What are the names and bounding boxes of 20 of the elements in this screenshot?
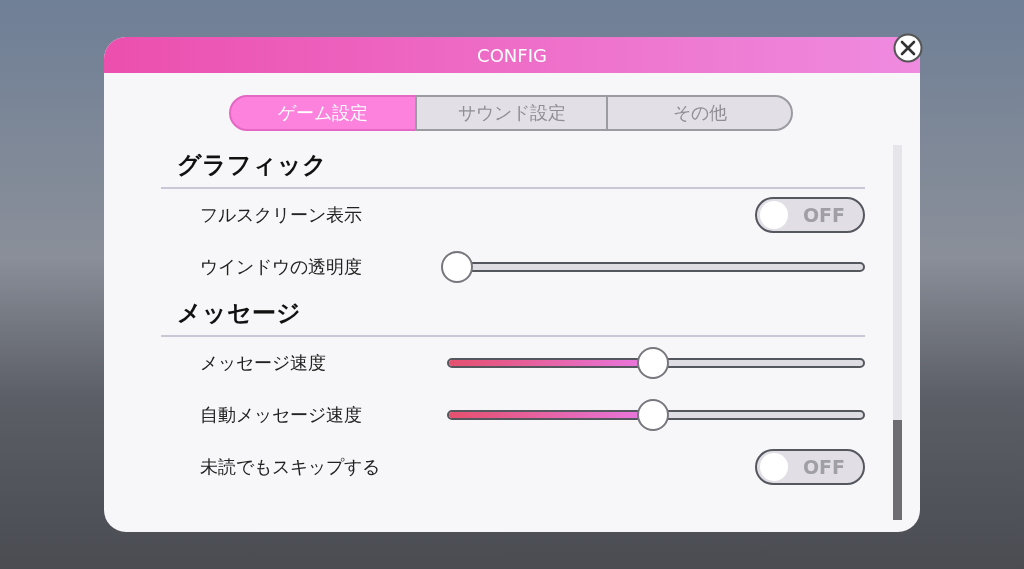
setting-label: フルスクリーン表示 — [200, 203, 362, 227]
setting-label: メッセージ速度 — [200, 351, 326, 375]
toggle-switch[interactable]: OFF — [755, 449, 865, 485]
slider-thumb[interactable] — [637, 347, 669, 379]
setting-label: ウインドウの透明度 — [200, 255, 362, 279]
setting-label: 自動メッセージ速度 — [200, 403, 362, 427]
close-icon[interactable] — [893, 33, 923, 63]
section-heading: グラフィック — [161, 149, 865, 189]
tab[interactable]: サウンド設定 — [415, 95, 608, 131]
toggle-switch[interactable]: OFF — [755, 197, 865, 233]
dialog-title: CONFIG — [104, 37, 920, 73]
slider-thumb[interactable] — [637, 399, 669, 431]
section-heading: メッセージ — [161, 297, 865, 337]
slider[interactable] — [441, 251, 865, 283]
scrollbar[interactable] — [893, 145, 902, 520]
setting-label: 未読でもスキップする — [200, 455, 380, 479]
tab[interactable]: その他 — [606, 95, 793, 131]
scrollbar-thumb[interactable] — [893, 420, 902, 520]
slider-thumb[interactable] — [441, 251, 473, 283]
tab[interactable]: ゲーム設定 — [229, 95, 417, 131]
